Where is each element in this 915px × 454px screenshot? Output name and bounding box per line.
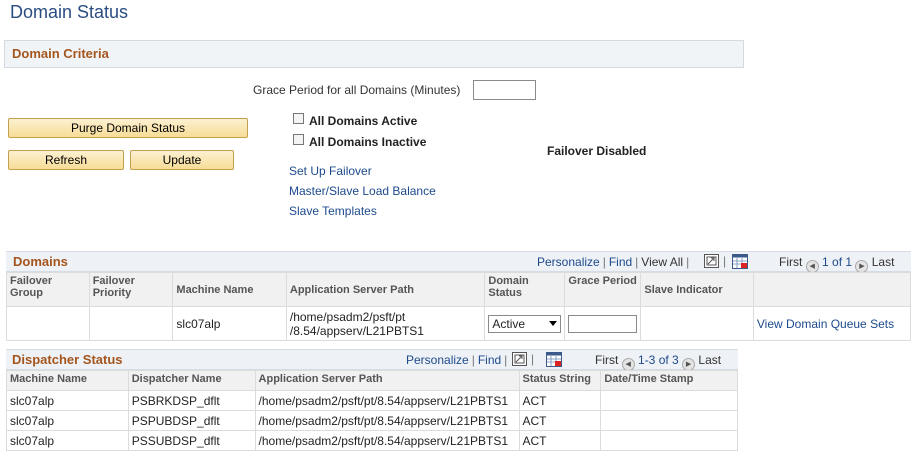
sep-bar: | (531, 352, 535, 366)
dispatcher-personalize-link[interactable]: Personalize (406, 353, 469, 367)
dispatcher-first-link[interactable]: First (595, 353, 618, 367)
col-app-server-path: Application Server Path (254, 370, 520, 391)
domains-pager: First ◀ 1 of 1 ▶ Last (779, 255, 894, 273)
download-excel-icon[interactable] (732, 254, 748, 272)
table-row: slc07alp PSBRKDSP_dflt /home/psadm2/psft… (6, 390, 738, 411)
dispatcher-table: Machine Name Dispatcher Name Application… (6, 370, 738, 451)
domains-first-link[interactable]: First (779, 255, 802, 269)
set-up-failover-link[interactable]: Set Up Failover (289, 164, 372, 178)
datetime-stamp-cell (600, 430, 738, 451)
slave-indicator-cell (640, 306, 754, 341)
dispatcher-grid-nav: Personalize | Find | (406, 353, 508, 367)
sep-bar: | (723, 254, 727, 268)
actions-cell: View Domain Queue Sets (752, 306, 912, 341)
col-dispatcher-name: Dispatcher Name (127, 370, 256, 391)
dispatcher-last-link[interactable]: Last (698, 353, 721, 367)
domains-find-link[interactable]: Find (609, 255, 632, 269)
datetime-stamp-cell (600, 410, 738, 431)
machine-name-cell: slc07alp (6, 410, 129, 431)
dispatcher-pager: First ◀ 1-3 of 3 ▶ Last (595, 353, 721, 371)
app-server-path-cell: /home/psadm2/psft/pt/8.54/appserv/L21PBT… (254, 390, 520, 411)
col-machine-name: Machine Name (172, 272, 287, 307)
domain-criteria-title: Domain Criteria (12, 46, 109, 61)
domains-range: 1 of 1 (822, 255, 853, 269)
col-actions (752, 272, 912, 307)
failover-status-text: Failover Disabled (547, 144, 647, 158)
col-machine-name: Machine Name (6, 370, 129, 391)
all-domains-active-label: All Domains Active (309, 114, 418, 128)
table-row: slc07alp PSPUBDSP_dflt /home/psadm2/psft… (6, 410, 738, 431)
status-string-cell: ACT (518, 410, 602, 431)
col-slave-indicator: Slave Indicator (640, 272, 754, 307)
download-excel-icon[interactable] (546, 352, 562, 370)
table-row: slc07alp /home/psadm2/psft/pt /8.54/apps… (6, 306, 912, 341)
dispatcher-name-cell: PSBRKDSP_dflt (127, 390, 256, 411)
grace-period-cell (564, 306, 642, 341)
chevron-down-icon (549, 320, 558, 326)
col-domain-status: Domain Status (484, 272, 566, 307)
domains-grid-nav: Personalize | Find | View All | (537, 255, 690, 269)
update-button[interactable]: Update (130, 150, 234, 170)
domain-criteria-header: Domain Criteria (4, 40, 744, 68)
zoom-grid-icon[interactable] (704, 254, 719, 271)
dispatcher-grid-title: Dispatcher Status (12, 352, 123, 367)
dispatcher-find-link[interactable]: Find (478, 353, 501, 367)
col-app-server-path: Application Server Path (285, 272, 486, 307)
col-grace-period: Grace Period (564, 272, 642, 307)
domains-grid-header (6, 251, 911, 272)
col-datetime-stamp: Date/Time Stamp (600, 370, 738, 391)
table-row: slc07alp PSSUBDSP_dflt /home/psadm2/psft… (6, 430, 738, 451)
machine-name-cell: slc07alp (6, 430, 129, 451)
dispatcher-range: 1-3 of 3 (638, 353, 679, 367)
datetime-stamp-cell (600, 390, 738, 411)
view-domain-queue-sets-link[interactable]: View Domain Queue Sets (757, 317, 894, 331)
domains-table: Failover Group Failover Priority Machine… (6, 272, 912, 341)
domains-personalize-link[interactable]: Personalize (537, 255, 600, 269)
status-string-cell: ACT (518, 390, 602, 411)
domains-view-all-link[interactable]: View All (641, 255, 683, 269)
col-failover-priority: Failover Priority (88, 272, 174, 307)
domain-status-value: Active (492, 316, 526, 331)
dispatcher-name-cell: PSSUBDSP_dflt (127, 430, 256, 451)
grace-period-input[interactable] (473, 80, 536, 100)
col-failover-group: Failover Group (6, 272, 90, 307)
domains-grid-title: Domains (13, 254, 68, 269)
failover-priority-cell (88, 306, 174, 341)
app-server-path-cell: /home/psadm2/psft/pt/8.54/appserv/L21PBT… (254, 410, 520, 431)
slave-templates-link[interactable]: Slave Templates (289, 204, 377, 218)
all-domains-inactive-label: All Domains Inactive (309, 135, 427, 149)
app-server-path-cell: /home/psadm2/psft/pt /8.54/appserv/L21PB… (285, 306, 486, 341)
all-domains-active-checkbox[interactable] (293, 113, 304, 124)
master-slave-load-balance-link[interactable]: Master/Slave Load Balance (289, 184, 436, 198)
domain-grace-period-input[interactable] (568, 314, 638, 333)
app-server-path-cell: /home/psadm2/psft/pt/8.54/appserv/L21PBT… (254, 430, 520, 451)
grace-period-label: Grace Period for all Domains (Minutes) (253, 83, 461, 97)
page-title: Domain Status (10, 2, 129, 22)
col-status-string: Status String (518, 370, 602, 391)
domain-status-select[interactable]: Active (488, 314, 562, 333)
machine-name-cell: slc07alp (6, 390, 129, 411)
machine-name-cell: slc07alp (172, 306, 287, 341)
refresh-button[interactable]: Refresh (8, 150, 124, 170)
dispatcher-name-cell: PSPUBDSP_dflt (127, 410, 256, 431)
status-string-cell: ACT (518, 430, 602, 451)
purge-domain-status-button[interactable]: Purge Domain Status (8, 118, 248, 138)
domains-last-link[interactable]: Last (872, 255, 895, 269)
all-domains-inactive-checkbox[interactable] (293, 134, 304, 145)
domain-status-cell: Active (484, 306, 566, 341)
failover-group-cell (6, 306, 90, 341)
zoom-grid-icon[interactable] (512, 352, 527, 369)
